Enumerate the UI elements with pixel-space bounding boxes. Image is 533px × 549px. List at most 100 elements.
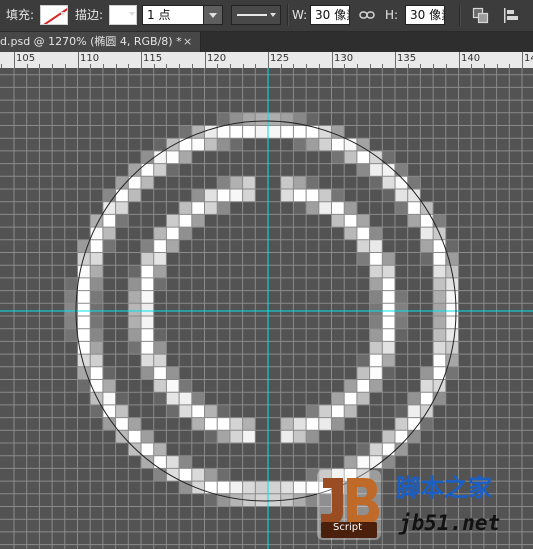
ring-pixel <box>382 176 395 189</box>
ring-pixel <box>306 138 319 151</box>
ring-pixel <box>318 404 332 418</box>
ring-pixel <box>407 430 421 443</box>
path-operations-icon[interactable] <box>472 7 489 24</box>
ring-pixel <box>382 252 395 266</box>
ring-pixel <box>420 366 434 380</box>
horizontal-ruler[interactable]: 105 110 115 120 125 130 135 140 145 <box>0 52 533 69</box>
ring-pixel <box>293 189 307 202</box>
ring-pixel <box>242 112 256 126</box>
ring-pixel <box>433 290 446 304</box>
ring-pixel <box>420 227 434 240</box>
height-field[interactable]: 30 像素 <box>405 5 445 25</box>
ring-pixel <box>90 265 103 278</box>
ring-pixel <box>293 125 307 139</box>
ring-pixel <box>369 239 383 253</box>
ring-pixel <box>420 392 434 405</box>
ring-pixel <box>369 366 383 380</box>
ring-pixel <box>382 354 395 367</box>
stroke-dropdown-caret-icon[interactable] <box>129 12 135 16</box>
ring-pixel <box>115 201 129 215</box>
ring-pixel <box>90 239 103 253</box>
ring-pixel <box>102 189 116 202</box>
ruler-tick <box>268 52 269 68</box>
ring-pixel <box>191 404 205 418</box>
ring-pixel <box>331 417 345 431</box>
ring-pixel <box>115 392 129 405</box>
ring-pixel <box>369 379 383 393</box>
ring-pixel <box>420 239 434 253</box>
stroke-type-dropdown[interactable] <box>231 5 281 25</box>
document-tab-title: d.psd @ 1270% (椭圆 4, RGB/8) * <box>0 35 182 48</box>
ring-pixel <box>153 239 167 253</box>
logo-sub-text: Script <box>333 522 363 533</box>
ring-pixel <box>153 328 167 342</box>
ring-pixel <box>445 290 459 304</box>
ring-pixel <box>90 366 103 380</box>
close-icon[interactable]: × <box>183 35 192 49</box>
ring-pixel <box>433 341 446 355</box>
path-alignment-icon[interactable] <box>503 7 519 24</box>
ring-pixel <box>280 112 294 126</box>
ring-pixel <box>344 150 357 164</box>
ring-pixel <box>77 328 91 342</box>
ring-pixel <box>306 430 319 443</box>
ring-pixel <box>229 189 243 202</box>
ring-pixel <box>433 354 446 367</box>
ring-pixel <box>77 277 91 291</box>
ring-pixel <box>217 430 230 443</box>
ring-pixel <box>115 404 129 418</box>
ring-pixel <box>217 125 230 139</box>
link-icon[interactable] <box>359 9 375 21</box>
ring-pixel <box>344 404 357 418</box>
ring-pixel <box>344 138 357 151</box>
ring-pixel <box>128 443 141 456</box>
ring-pixel <box>331 392 345 405</box>
document-tab[interactable]: d.psd @ 1270% (椭圆 4, RGB/8) * × <box>0 32 201 52</box>
ruler-tick <box>78 52 79 68</box>
ring-pixel <box>445 366 459 380</box>
ring-pixel <box>179 404 192 418</box>
ring-pixel <box>268 125 281 139</box>
ring-pixel <box>90 404 103 418</box>
ring-pixel <box>153 277 167 291</box>
ring-pixel <box>356 379 370 393</box>
fill-dropdown-caret-icon[interactable] <box>60 12 66 16</box>
ring-pixel <box>141 443 154 456</box>
ring-pixel <box>369 290 383 304</box>
ring-pixel <box>395 290 408 304</box>
ring-pixel <box>306 417 319 431</box>
ring-pixel <box>395 163 408 177</box>
photoshop-window: 填充: 描边: 1 点 W: 30 像素 H: 30 像素 <box>0 0 533 549</box>
ring-pixel <box>141 252 154 266</box>
ring-pixel <box>382 455 395 469</box>
ring-pixel <box>141 430 154 443</box>
ring-pixel <box>395 430 408 443</box>
ring-pixel <box>242 417 256 431</box>
fill-label: 填充: <box>6 8 35 22</box>
ring-pixel <box>204 468 218 482</box>
ring-pixel <box>382 265 395 278</box>
ring-pixel <box>369 341 383 355</box>
height-label: H: <box>385 8 399 22</box>
ring-pixel <box>191 468 205 482</box>
stroke-width-dropdown-button[interactable] <box>203 5 223 25</box>
stroke-width-field[interactable]: 1 点 <box>142 5 204 25</box>
ring-pixel <box>229 176 243 189</box>
ring-pixel <box>90 277 103 291</box>
ring-pixel <box>217 176 230 189</box>
ruler-label: 105 <box>16 53 36 64</box>
ring-pixel <box>141 265 154 278</box>
ring-pixel <box>179 379 192 393</box>
ring-pixel <box>280 430 294 443</box>
width-field[interactable]: 30 像素 <box>310 5 350 25</box>
ring-pixel <box>445 328 459 342</box>
ring-pixel <box>433 303 446 316</box>
ruler-tick <box>14 52 15 68</box>
ring-pixel <box>166 150 180 164</box>
stroke-line-icon <box>237 14 267 16</box>
ring-pixel <box>331 138 345 151</box>
ring-pixel <box>115 417 129 431</box>
ring-pixel <box>166 214 180 228</box>
ring-pixel <box>141 328 154 342</box>
ring-pixel <box>90 354 103 367</box>
